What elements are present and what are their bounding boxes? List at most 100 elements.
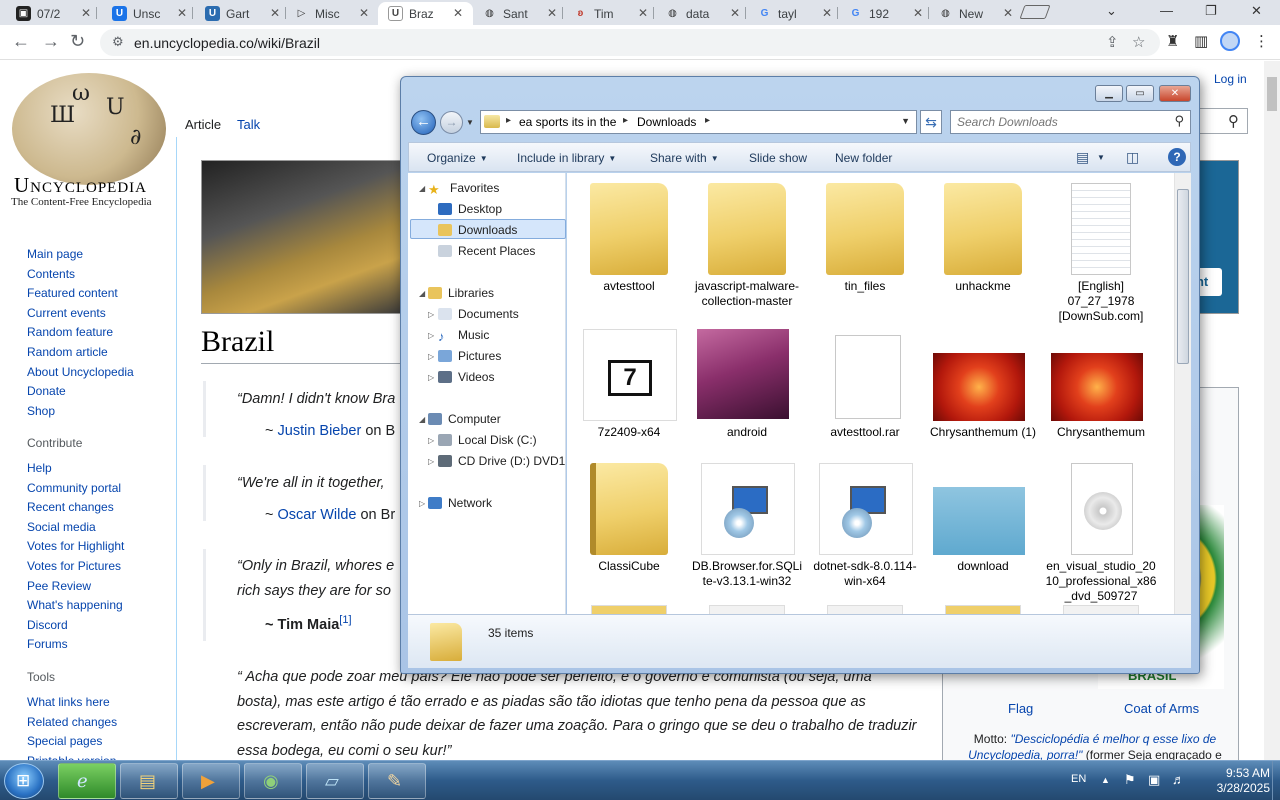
breadcrumb-item[interactable]: Downloads [637,115,696,129]
close-tab-icon[interactable]: ✕ [638,6,648,20]
nav-recent-places[interactable]: Recent Places [438,244,535,258]
file-item-partial[interactable] [1063,605,1139,614]
address-dropdown-icon[interactable]: ▼ [901,116,910,126]
expand-arrow-icon[interactable]: ◢ [419,415,425,424]
uncyclopedia-logo-globe[interactable]: Ш U ω ∂ [12,73,166,185]
sidebar-link[interactable]: Shop [27,404,55,418]
collapse-arrow-icon[interactable]: ▷ [428,331,434,340]
reload-icon[interactable]: ↻ [70,31,85,52]
taskbar-media-player[interactable]: ▶ [182,763,240,799]
close-tab-icon[interactable]: ✕ [270,6,280,20]
breadcrumb-item[interactable]: ea sports its in the [519,115,616,129]
nav-downloads[interactable]: Downloads [438,223,517,237]
view-dropdown-icon[interactable]: ▼ [1097,153,1105,162]
sidebar-link[interactable]: Current events [27,306,106,320]
sidebar-link[interactable]: What links here [27,695,110,709]
nav-documents[interactable]: Documents [438,307,519,321]
site-info-icon[interactable]: ⚙ [112,34,124,50]
collapse-arrow-icon[interactable]: ▷ [428,373,434,382]
back-button[interactable]: ← [411,110,436,135]
close-tab-icon[interactable]: ✕ [913,6,923,20]
browser-tab[interactable]: ◍ data ✕ [655,2,750,25]
help-icon[interactable]: ? [1168,148,1186,166]
reference-link[interactable]: [1] [339,614,351,626]
forward-button[interactable]: → [440,111,463,134]
browser-tab[interactable]: ʚ Tim ✕ [563,2,658,25]
restore-window-icon[interactable]: ❐ [1205,3,1217,19]
nav-videos[interactable]: Videos [438,370,494,384]
close-tab-icon[interactable]: ✕ [177,6,187,20]
close-tab-icon[interactable]: ✕ [822,6,832,20]
coat-of-arms-link[interactable]: Coat of Arms [1124,701,1199,716]
tab-talk[interactable]: Talk [237,117,260,132]
sidebar-link[interactable]: Discord [27,618,68,632]
browser-tab[interactable]: G 192 ✕ [838,2,933,25]
file-item-partial[interactable] [945,605,1021,614]
browser-tab[interactable]: Gtayl ✕ [747,2,842,25]
login-link[interactable]: Log in [1214,72,1247,86]
new-tab-button[interactable] [1019,5,1051,19]
search-icon[interactable]: ⚲ [1228,112,1239,130]
breadcrumb-arrow-icon[interactable]: ▸ [506,115,511,126]
sidebar-link[interactable]: Related changes [27,715,117,729]
browser-tab[interactable]: ◍ New ✕ [928,2,1023,25]
collapse-arrow-icon[interactable]: ▷ [428,352,434,361]
show-hidden-icons[interactable]: ▲ [1101,775,1110,785]
taskbar-internet-explorer[interactable]: ℯ [58,763,116,799]
close-tab-icon[interactable]: ✕ [1003,6,1013,20]
side-panel-icon[interactable]: ▥ [1194,32,1208,50]
sidebar-link[interactable]: Community portal [27,481,121,495]
nav-music[interactable]: ♪ Music [438,328,489,344]
share-icon[interactable]: ⇪ [1106,33,1119,51]
browser-tab[interactable]: U Braz ✕ [378,2,473,25]
tab-article[interactable]: Article [185,117,221,132]
nav-pictures[interactable]: Pictures [438,349,501,363]
new-folder-button[interactable]: New folder [835,151,892,165]
sidebar-link[interactable]: Contents [27,267,75,281]
close-tab-icon[interactable]: ✕ [359,6,369,20]
share-with-menu[interactable]: Share with ▼ [650,151,719,165]
sidebar-link[interactable]: Random feature [27,325,113,339]
browser-tab[interactable]: ◍ Sant ✕ [472,2,567,25]
sidebar-link[interactable]: Pee Review [27,579,91,593]
sidebar-link[interactable]: Random article [27,345,108,359]
attr-link[interactable]: Oscar Wilde [278,507,357,523]
network-tray-icon[interactable]: ▣ [1148,772,1160,788]
taskbar-file-explorer[interactable]: ▤ [120,763,178,799]
expand-arrow-icon[interactable]: ◢ [419,184,425,193]
taskbar-chrome[interactable]: ◉ [244,763,302,799]
language-indicator[interactable]: EN [1071,773,1086,785]
nav-libraries[interactable]: Libraries [428,286,494,300]
sidebar-link[interactable]: Forums [27,637,68,651]
browser-tab[interactable]: ▣ 07/2 ✕ [6,2,101,25]
attr-link[interactable]: Justin Bieber [278,423,362,439]
forward-arrow-icon[interactable]: → [42,31,60,52]
organize-menu[interactable]: Organize ▼ [427,151,488,165]
close-tab-icon[interactable]: ✕ [547,6,557,20]
include-in-library-menu[interactable]: Include in library ▼ [517,151,616,165]
chrome-menu-icon[interactable]: ⋮ [1254,32,1269,50]
profile-avatar[interactable] [1220,31,1240,51]
sidebar-link[interactable]: Social media [27,520,96,534]
minimize-button[interactable]: ▁ [1095,85,1123,102]
close-tab-icon[interactable]: ✕ [730,6,740,20]
taskbar-paint[interactable]: ✎ [368,763,426,799]
sidebar-link[interactable]: Special pages [27,734,102,748]
tab-search-icon[interactable]: ⌄ [1106,3,1117,19]
sidebar-link[interactable]: Recent changes [27,500,114,514]
close-button[interactable]: ✕ [1159,85,1191,102]
sidebar-link[interactable]: Votes for Pictures [27,559,121,573]
page-scrollbar[interactable] [1264,61,1280,760]
action-center-icon[interactable]: ⚑ [1124,772,1136,788]
back-arrow-icon[interactable]: ← [12,31,30,52]
bookmark-star-icon[interactable]: ☆ [1132,33,1145,51]
nav-desktop[interactable]: Desktop [438,202,502,216]
extension-icon[interactable]: ♜ [1166,32,1179,50]
expand-arrow-icon[interactable]: ◢ [419,289,425,298]
page-scrollbar-thumb[interactable] [1267,77,1277,111]
collapse-arrow-icon[interactable]: ▷ [428,310,434,319]
start-button[interactable]: ⊞ [4,763,44,799]
url-text[interactable]: en.uncyclopedia.co/wiki/Brazil [134,35,320,51]
minimize-window-icon[interactable]: — [1160,3,1173,18]
wiki-search-input[interactable]: ⚲ [1196,108,1248,134]
